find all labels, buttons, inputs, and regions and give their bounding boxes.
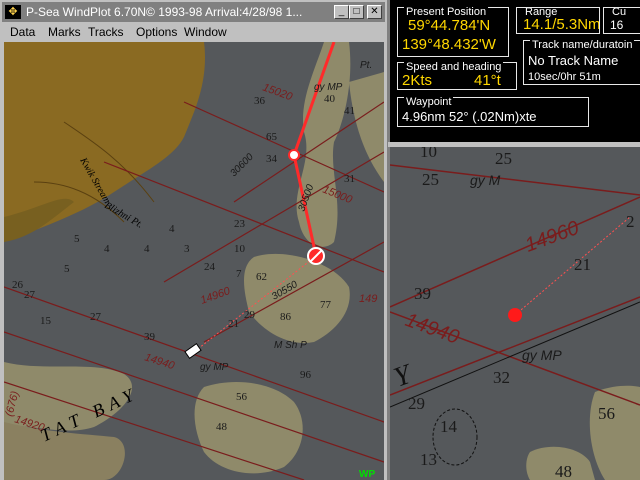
- menu-data[interactable]: Data: [10, 25, 35, 39]
- menu-bar: Data Marks Tracks Options Window: [2, 22, 385, 41]
- zoom-sounding: 48: [555, 462, 572, 480]
- latitude-value: 59°44.784'N: [408, 17, 491, 34]
- sounding: 36: [254, 95, 266, 107]
- zoom-sounding: 21: [574, 255, 591, 274]
- sounding: 29: [244, 309, 256, 321]
- speed-value: 2Kts: [402, 72, 433, 89]
- speed-heading-box: Speed and heading 2Kts 41°t: [397, 61, 517, 90]
- zoom-label-gy-mp: gy MP: [522, 347, 562, 363]
- sounding: 40: [324, 93, 336, 105]
- label-gy-mp-2: gy MP: [200, 362, 229, 373]
- zoom-sounding: 10: [420, 147, 437, 161]
- range-box: Range 14.1/5.3Nm: [516, 7, 600, 34]
- course-value: 16: [610, 18, 624, 32]
- sounding: 24: [204, 261, 216, 273]
- sounding: 39: [144, 331, 156, 343]
- waypoint-box: Waypoint 4.96nm 52° (.02Nm)xte: [397, 96, 589, 127]
- close-button[interactable]: ✕: [367, 5, 382, 19]
- sounding: 65: [266, 131, 278, 143]
- label-pt: Pt.: [360, 60, 372, 71]
- sounding: 27: [24, 289, 36, 301]
- range-value: 14.1/5.3Nm: [523, 16, 600, 33]
- sounding: 23: [234, 218, 246, 230]
- menu-window[interactable]: Window: [184, 25, 227, 39]
- sounding: 96: [300, 369, 312, 381]
- sounding: 4: [104, 243, 110, 255]
- zoom-vessel-marker[interactable]: [508, 308, 522, 322]
- label-m-sh-p: M Sh P: [274, 340, 307, 351]
- zoom-sounding: 25: [422, 170, 439, 189]
- sounding: 3: [184, 243, 190, 255]
- zoom-sounding: 25: [495, 149, 512, 168]
- instrument-panel: Present Position 59°44.784'N 139°48.432'…: [390, 0, 640, 142]
- zoom-chart[interactable]: 10 25 25 21 2 39 32 29 14 13 56 48 gy M …: [390, 147, 640, 480]
- waypoint-value: 4.96nm 52° (.02Nm)xte: [402, 109, 537, 124]
- menu-tracks[interactable]: Tracks: [88, 25, 124, 39]
- course-box: Cu 16: [603, 7, 640, 34]
- present-position-box: Present Position 59°44.784'N 139°48.432'…: [397, 6, 509, 57]
- sounding: 41: [344, 105, 355, 117]
- maximize-button[interactable]: □: [349, 5, 364, 19]
- sounding: 10: [234, 243, 246, 255]
- zoom-sounding: 2: [626, 212, 635, 231]
- course-label: Cu: [610, 7, 629, 18]
- menu-marks[interactable]: Marks: [48, 25, 81, 39]
- sounding: 27: [90, 311, 102, 323]
- zoom-sounding: 32: [493, 368, 510, 387]
- sounding: 4: [144, 243, 150, 255]
- label-gy-mp: gy MP: [314, 82, 343, 93]
- loran-label-149: 149: [359, 293, 377, 305]
- sounding: 31: [344, 173, 355, 185]
- track-label: Track name/duratoin: [530, 39, 635, 51]
- longitude-value: 139°48.432'W: [402, 36, 496, 53]
- sounding: 5: [74, 233, 80, 245]
- sounding: 4: [169, 223, 175, 235]
- heading-value: 41°t: [474, 72, 501, 89]
- sounding: 62: [256, 271, 267, 283]
- compass-icon[interactable]: ✥: [5, 5, 21, 19]
- zoom-sounding: 13: [420, 450, 437, 469]
- zoom-label-gy-m: gy M: [470, 172, 501, 188]
- sounding: 48: [216, 421, 228, 433]
- chart-canvas[interactable]: Kwik Stream Blizhni Pt. 27 36 39 15 27 2…: [4, 42, 384, 480]
- track-waypoint-marker[interactable]: [288, 149, 300, 161]
- track-box: Track name/duratoin No Track Name 10sec/…: [523, 39, 640, 85]
- sounding: 7: [236, 268, 242, 280]
- minimize-button[interactable]: _: [334, 5, 349, 19]
- zoom-sounding: 14: [440, 417, 458, 436]
- zoom-canvas[interactable]: 10 25 25 21 2 39 32 29 14 13 56 48 gy M …: [390, 147, 640, 480]
- sounding: 77: [320, 299, 332, 311]
- zoom-sounding: 39: [414, 284, 431, 303]
- title-bar[interactable]: ✥ P-Sea WindPlot 6.70N© 1993-98 Arrival:…: [2, 2, 385, 22]
- waypoint-marker-label: WP: [359, 469, 375, 480]
- track-name-value: No Track Name: [528, 53, 619, 68]
- chart-window: ✥ P-Sea WindPlot 6.70N© 1993-98 Arrival:…: [0, 0, 387, 480]
- window-title: P-Sea WindPlot 6.70N© 1993-98 Arrival:4/…: [26, 5, 303, 19]
- sounding: 86: [280, 311, 292, 323]
- zoom-sounding: 29: [408, 394, 425, 413]
- zoom-sounding: 56: [598, 404, 615, 423]
- sounding: 5: [64, 263, 70, 275]
- track-duration-value: 10sec/0hr 51m: [528, 71, 601, 83]
- waypoint-label: Waypoint: [404, 96, 454, 108]
- sounding: 21: [228, 318, 239, 330]
- sounding: 26: [12, 279, 24, 291]
- nautical-chart[interactable]: Kwik Stream Blizhni Pt. 27 36 39 15 27 2…: [4, 42, 384, 480]
- sounding: 34: [266, 153, 278, 165]
- menu-options[interactable]: Options: [136, 25, 177, 39]
- sounding: 15: [40, 315, 52, 327]
- sounding: 56: [236, 391, 248, 403]
